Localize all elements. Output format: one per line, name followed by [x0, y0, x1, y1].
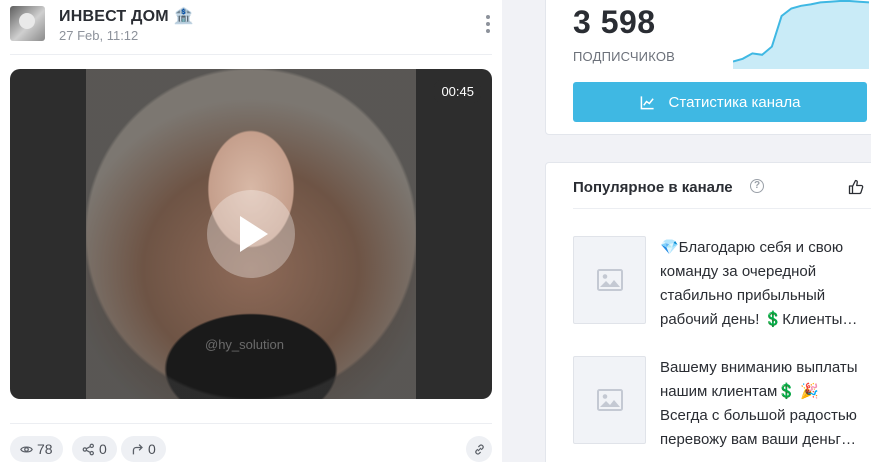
post-date: 27 Feb, 11:12 [59, 28, 139, 43]
shares-count: 0 [99, 441, 107, 457]
share-icon [82, 443, 94, 455]
popular-item-text: 💎Благодарю себя и свою команду за очеред… [660, 239, 858, 328]
more-options-icon[interactable] [482, 13, 494, 35]
image-placeholder-icon [596, 269, 623, 291]
thumbs-up-icon[interactable] [848, 179, 864, 195]
popular-divider [573, 208, 871, 209]
video-watermark: @hy_solution [205, 337, 284, 352]
post-stats: 78 0 0 [10, 436, 492, 462]
subscribers-card: 3 598 ПОДПИСЧИКОВ Статистика канала [545, 0, 871, 135]
video-duration: 00:45 [434, 80, 481, 103]
footer-divider [10, 423, 492, 424]
views-counter: 78 [10, 436, 63, 462]
popular-item[interactable]: Вашему вниманию выплаты нашим клиентам💲 … [573, 356, 871, 448]
sparkline-area [733, 1, 869, 69]
popular-card: Популярное в канале ? 💎Благодарю себя и … [545, 162, 871, 462]
popular-title: Популярное в канале [573, 179, 733, 196]
channel-name[interactable]: ИНВЕСТ ДОМ 🏦 [59, 6, 194, 26]
channel-stats-label: Статистика канала [668, 93, 801, 111]
link-icon [474, 443, 484, 455]
post-card: ИНВЕСТ ДОМ 🏦 27 Feb, 11:12 @hy_solution … [0, 0, 502, 462]
copy-link-button[interactable] [466, 436, 492, 462]
channel-stats-button[interactable]: Статистика канала [573, 82, 867, 122]
shares-counter: 0 [72, 436, 117, 462]
post-header: ИНВЕСТ ДОМ 🏦 27 Feb, 11:12 [10, 4, 492, 48]
video-player[interactable]: @hy_solution 00:45 [10, 69, 492, 399]
chart-icon [640, 95, 654, 109]
image-placeholder-icon [596, 389, 623, 411]
forward-icon [132, 443, 143, 454]
subscribers-sparkline [733, 0, 869, 69]
header-divider [10, 54, 492, 55]
views-count: 78 [37, 441, 53, 457]
channel-avatar[interactable] [10, 6, 45, 41]
subscribers-count: 3 598 [573, 4, 656, 40]
eye-icon [20, 445, 33, 453]
popular-item[interactable]: 💎Благодарю себя и свою команду за очеред… [573, 236, 871, 328]
help-icon[interactable]: ? [750, 179, 764, 193]
forwards-count: 0 [148, 441, 156, 457]
forwards-counter: 0 [121, 436, 166, 462]
popular-item-thumbnail [573, 356, 646, 444]
subscribers-label: ПОДПИСЧИКОВ [573, 49, 676, 64]
popular-item-thumbnail [573, 236, 646, 324]
popular-item-text: Вашему вниманию выплаты нашим клиентам💲 … [660, 359, 858, 448]
play-button[interactable] [207, 190, 295, 278]
